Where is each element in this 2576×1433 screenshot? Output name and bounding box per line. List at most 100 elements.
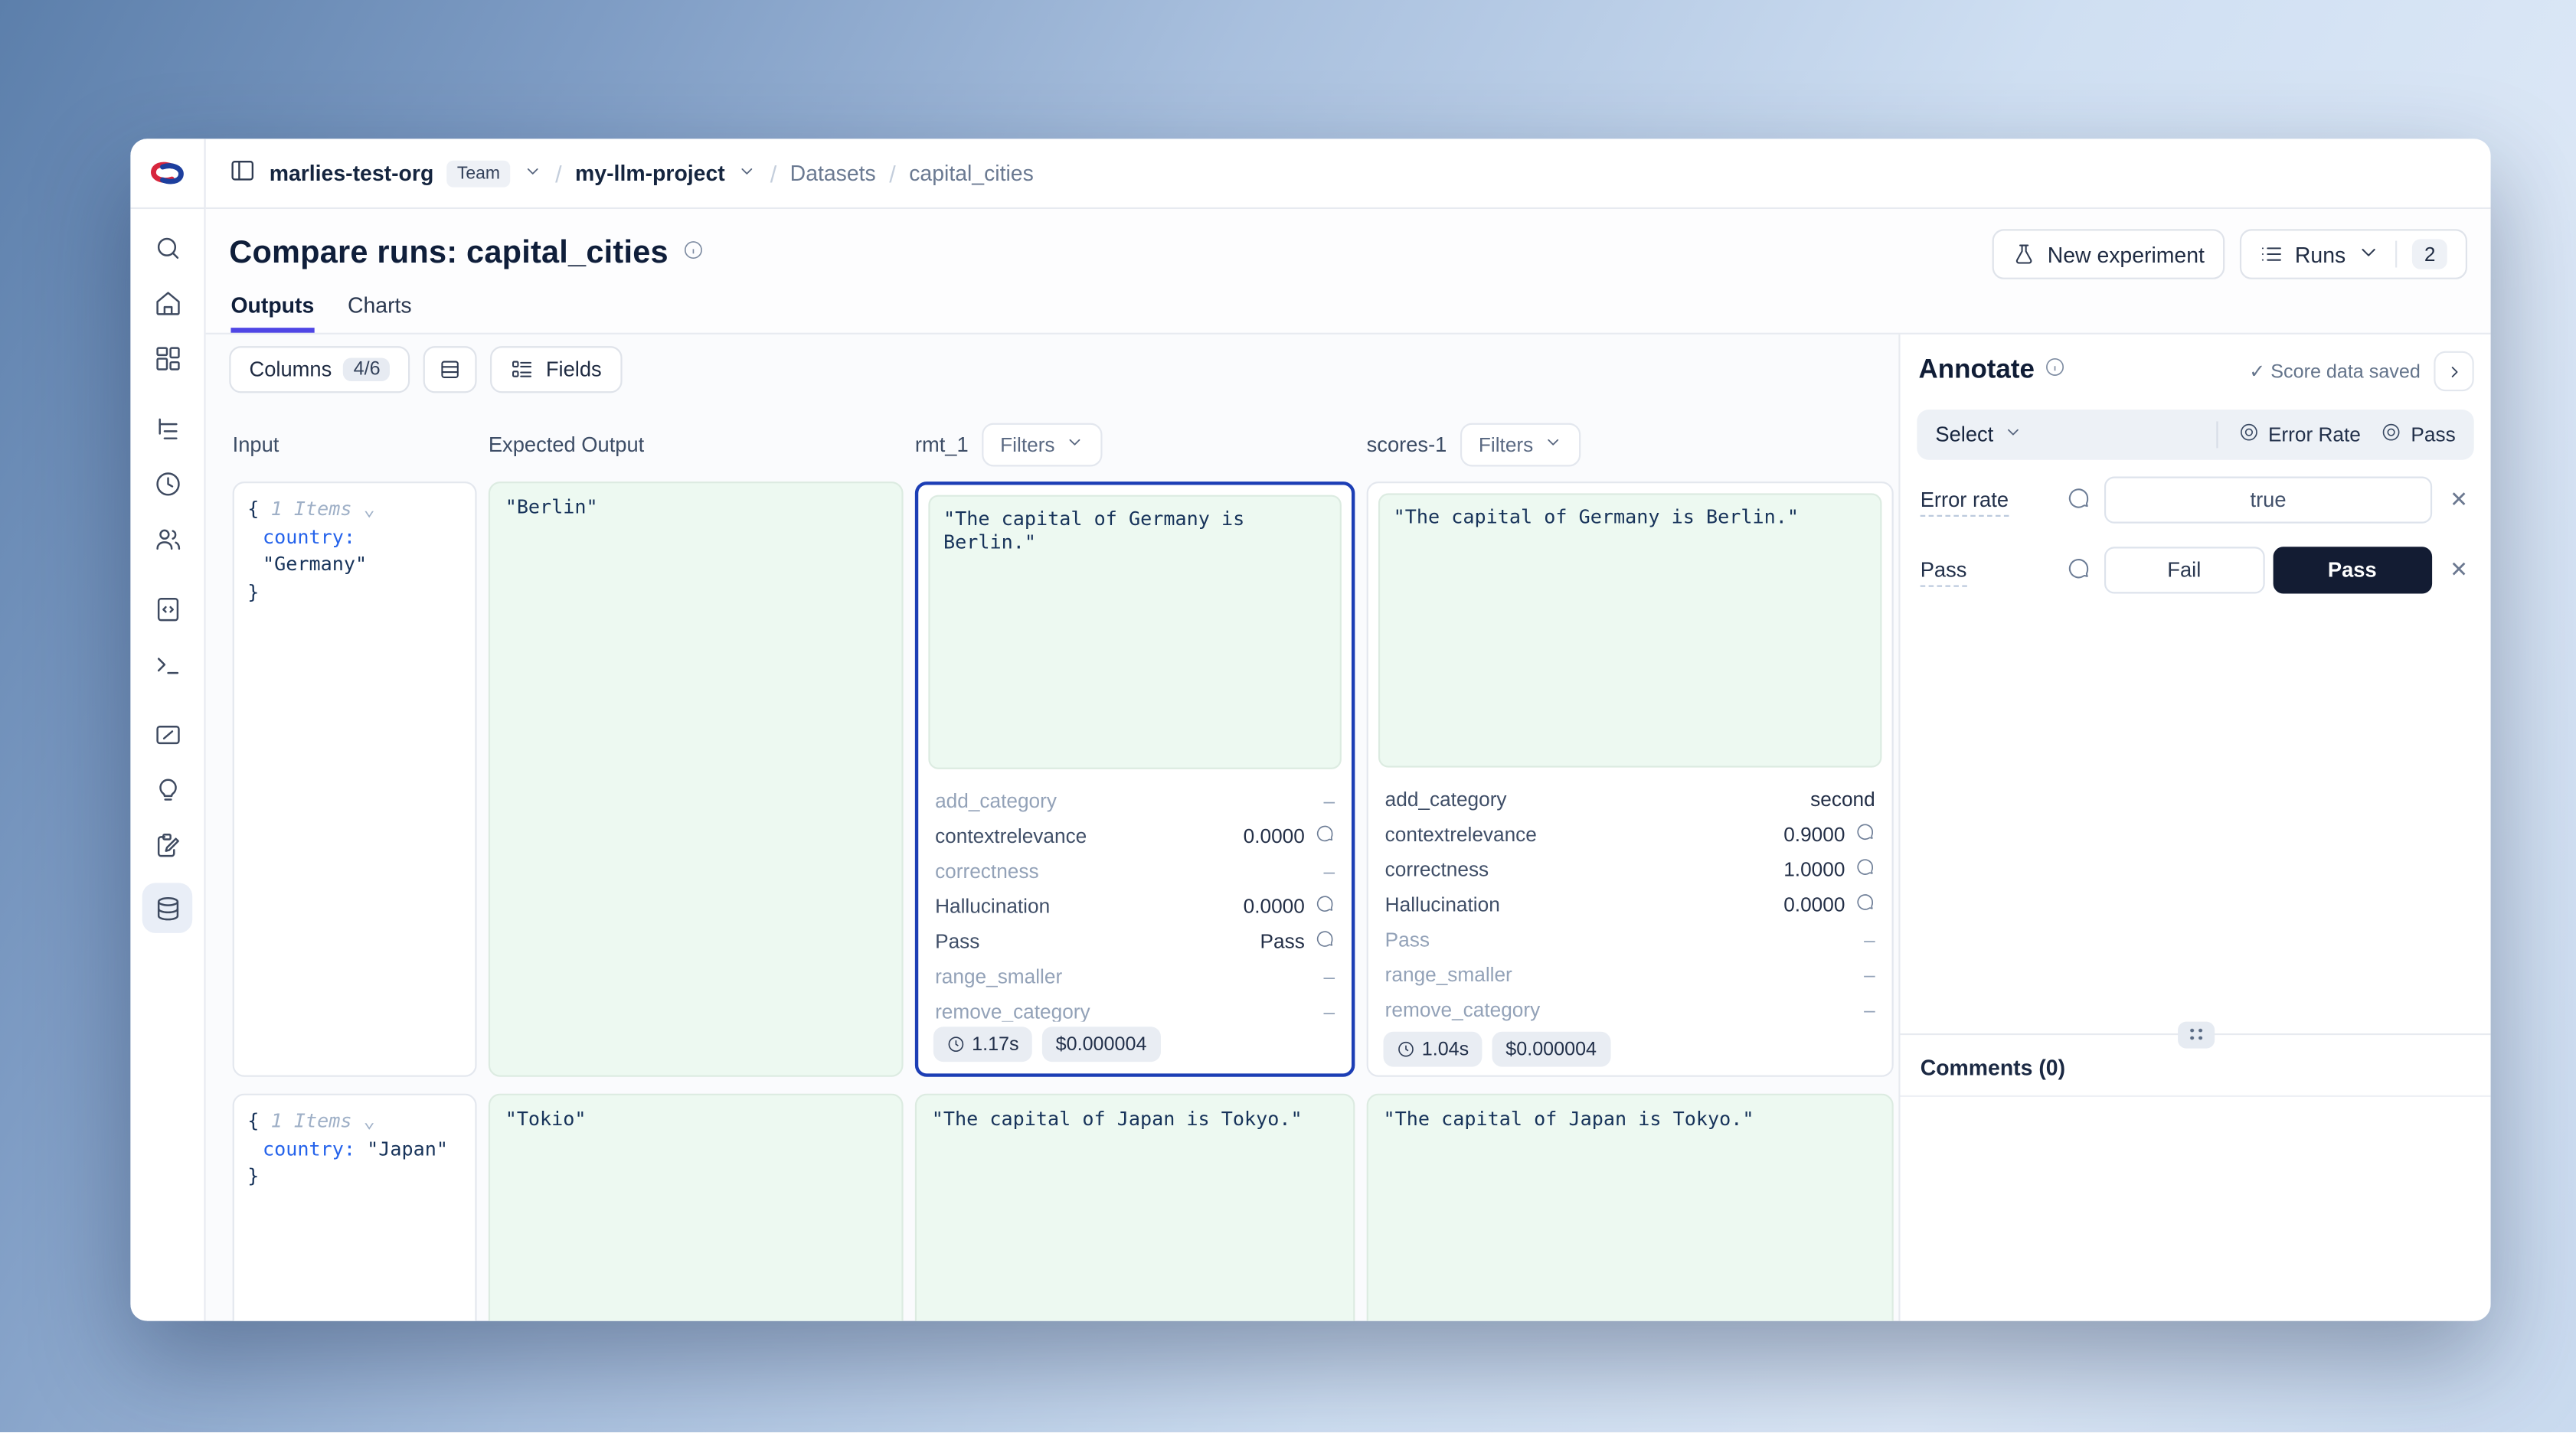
comment-bubble-icon[interactable] <box>1853 820 1875 847</box>
chevron-down-icon <box>1065 433 1084 457</box>
playground-icon[interactable] <box>151 647 185 681</box>
tab-outputs[interactable]: Outputs <box>230 292 314 332</box>
home-icon[interactable] <box>151 286 185 320</box>
save-status: ✓ Score data saved <box>2249 360 2421 384</box>
column-header-input: Input <box>233 433 477 457</box>
runs-button[interactable]: Runs 2 <box>2240 229 2467 279</box>
breadcrumb-org[interactable]: marlies-test-org <box>270 161 434 186</box>
breadcrumb-separator: / <box>770 160 776 187</box>
run1-filters-button[interactable]: Filters <box>982 423 1102 467</box>
cost-badge: $0.000004 <box>1042 1027 1160 1062</box>
flask-icon <box>2012 243 2036 266</box>
clock-icon <box>946 1035 965 1053</box>
comment-bubble-icon[interactable] <box>2064 554 2091 586</box>
column-header-expected-output: Expected Output <box>489 433 904 457</box>
expected-output-cell[interactable]: "Tokio" <box>489 1094 904 1321</box>
pass-button[interactable]: Pass <box>2273 547 2433 593</box>
score-config-error-rate[interactable]: Error Rate <box>2238 421 2361 448</box>
columns-button[interactable]: Columns 4/6 <box>229 346 410 393</box>
page-title: Compare runs: capital_cities <box>229 236 669 273</box>
chevron-down-icon <box>1543 433 1561 457</box>
breadcrumb-datasets[interactable]: Datasets <box>790 161 876 186</box>
expected-output-cell[interactable]: "Berlin" <box>489 481 904 1077</box>
sidebar-toggle-icon[interactable] <box>229 157 256 189</box>
breadcrumb: marlies-test-org Team / my-llm-project /… <box>206 139 2491 209</box>
row-height-button[interactable] <box>423 346 477 393</box>
list-icon <box>2260 243 2283 266</box>
latency-badge: 1.17s <box>933 1027 1032 1062</box>
comment-bubble-icon[interactable] <box>1853 890 1875 917</box>
input-cell[interactable]: { 1 Items ⌄ country: "Japan" } <box>233 1094 477 1321</box>
chevron-down-icon[interactable] <box>524 161 542 186</box>
json-items-toggle[interactable]: 1 Items ⌄ <box>271 1108 375 1132</box>
score-label: Pass <box>1921 559 2051 583</box>
runs-count-badge: 2 <box>2413 239 2447 269</box>
chevron-down-icon <box>2358 240 2381 268</box>
breadcrumb-project[interactable]: my-llm-project <box>575 161 725 186</box>
prompts-icon[interactable] <box>151 592 185 625</box>
fail-button[interactable]: Fail <box>2104 547 2264 593</box>
sidebar <box>130 139 205 1320</box>
dashboard-icon[interactable] <box>151 341 185 375</box>
scores-icon[interactable] <box>151 717 185 751</box>
run1-output-cell-selected[interactable]: "The capital of Germany is Berlin." add_… <box>915 481 1355 1077</box>
comment-bubble-icon[interactable] <box>1313 892 1335 919</box>
users-icon[interactable] <box>151 522 185 556</box>
latency-badge: 1.04s <box>1383 1032 1482 1067</box>
panel-resize-divider <box>1900 1033 2490 1034</box>
run-output-text: "The capital of Germany is Berlin." <box>1378 493 1882 767</box>
run1-output-cell[interactable]: "The capital of Japan is Tokyo." <box>915 1094 1355 1321</box>
tab-bar: Outputs Charts <box>206 289 2491 335</box>
error-rate-value-input[interactable] <box>2104 477 2432 524</box>
new-experiment-button[interactable]: New experiment <box>1992 229 2225 279</box>
clear-score-button[interactable]: ✕ <box>2446 557 2473 583</box>
select-dropdown[interactable]: Select <box>1935 423 1993 447</box>
annotate-panel: Annotate ✓ Score data saved Select Error… <box>1898 335 2490 1321</box>
input-cell[interactable]: { 1 Items ⌄ country: "Germany" } <box>233 481 477 1077</box>
org-type-badge: Team <box>447 160 510 187</box>
columns-count-badge: 4/6 <box>344 357 391 381</box>
insights-icon[interactable] <box>151 772 185 806</box>
column-header-run1: rmt_1 <box>915 433 969 457</box>
score-config-pass[interactable]: Pass <box>2381 421 2456 448</box>
tab-charts[interactable]: Charts <box>348 292 412 332</box>
app-logo[interactable] <box>130 139 204 209</box>
comment-bubble-icon[interactable] <box>1313 927 1335 954</box>
run2-output-cell[interactable]: "The capital of Japan is Tokyo." <box>1367 1094 1894 1321</box>
info-icon[interactable] <box>2045 356 2066 386</box>
column-header-run2: scores-1 <box>1367 433 1447 457</box>
divider <box>2396 241 2398 268</box>
search-icon[interactable] <box>151 230 185 264</box>
annotation-queues-icon[interactable] <box>151 827 185 861</box>
chevron-right-icon <box>2445 362 2463 380</box>
datasets-icon-active[interactable] <box>142 883 193 933</box>
run2-output-cell[interactable]: "The capital of Germany is Berlin." add_… <box>1367 481 1894 1077</box>
clear-score-button[interactable]: ✕ <box>2446 487 2473 514</box>
comment-bubble-icon[interactable] <box>2064 484 2091 516</box>
app-window: marlies-test-org Team / my-llm-project /… <box>130 139 2490 1320</box>
comment-bubble-icon[interactable] <box>1313 822 1335 849</box>
annotate-title: Annotate <box>1919 356 2035 386</box>
table-row: { 1 Items ⌄ country: "Germany" } "Berlin… <box>206 481 1899 1077</box>
metrics-list: add_categorysecond contextrelevance0.900… <box>1378 781 1882 1027</box>
score-config-bar: Select Error Rate Pass <box>1917 410 2473 460</box>
cost-badge: $0.000004 <box>1492 1032 1610 1067</box>
collapse-panel-button[interactable] <box>2434 351 2473 391</box>
desktop-background: marlies-test-org Team / my-llm-project /… <box>0 0 2576 1432</box>
run2-filters-button[interactable]: Filters <box>1460 423 1581 467</box>
score-label: Error rate <box>1921 488 2051 512</box>
breadcrumb-dataset[interactable]: capital_cities <box>909 161 1034 186</box>
run-output-text: "The capital of Germany is Berlin." <box>928 495 1342 769</box>
tracing-icon[interactable] <box>151 411 185 445</box>
score-badge-icon <box>2381 421 2402 448</box>
sessions-icon[interactable] <box>151 466 185 500</box>
metrics-list: add_category– contextrelevance0.0000 cor… <box>928 782 1342 1021</box>
score-badge-icon <box>2238 421 2260 448</box>
table-row: { 1 Items ⌄ country: "Japan" } "Tokio" "… <box>206 1094 1899 1321</box>
json-items-toggle[interactable]: 1 Items ⌄ <box>271 497 375 521</box>
info-icon[interactable] <box>682 239 703 269</box>
drag-handle[interactable] <box>2177 1021 2214 1048</box>
fields-button[interactable]: Fields <box>491 346 622 393</box>
chevron-down-icon[interactable] <box>738 161 757 186</box>
comment-bubble-icon[interactable] <box>1853 855 1875 882</box>
